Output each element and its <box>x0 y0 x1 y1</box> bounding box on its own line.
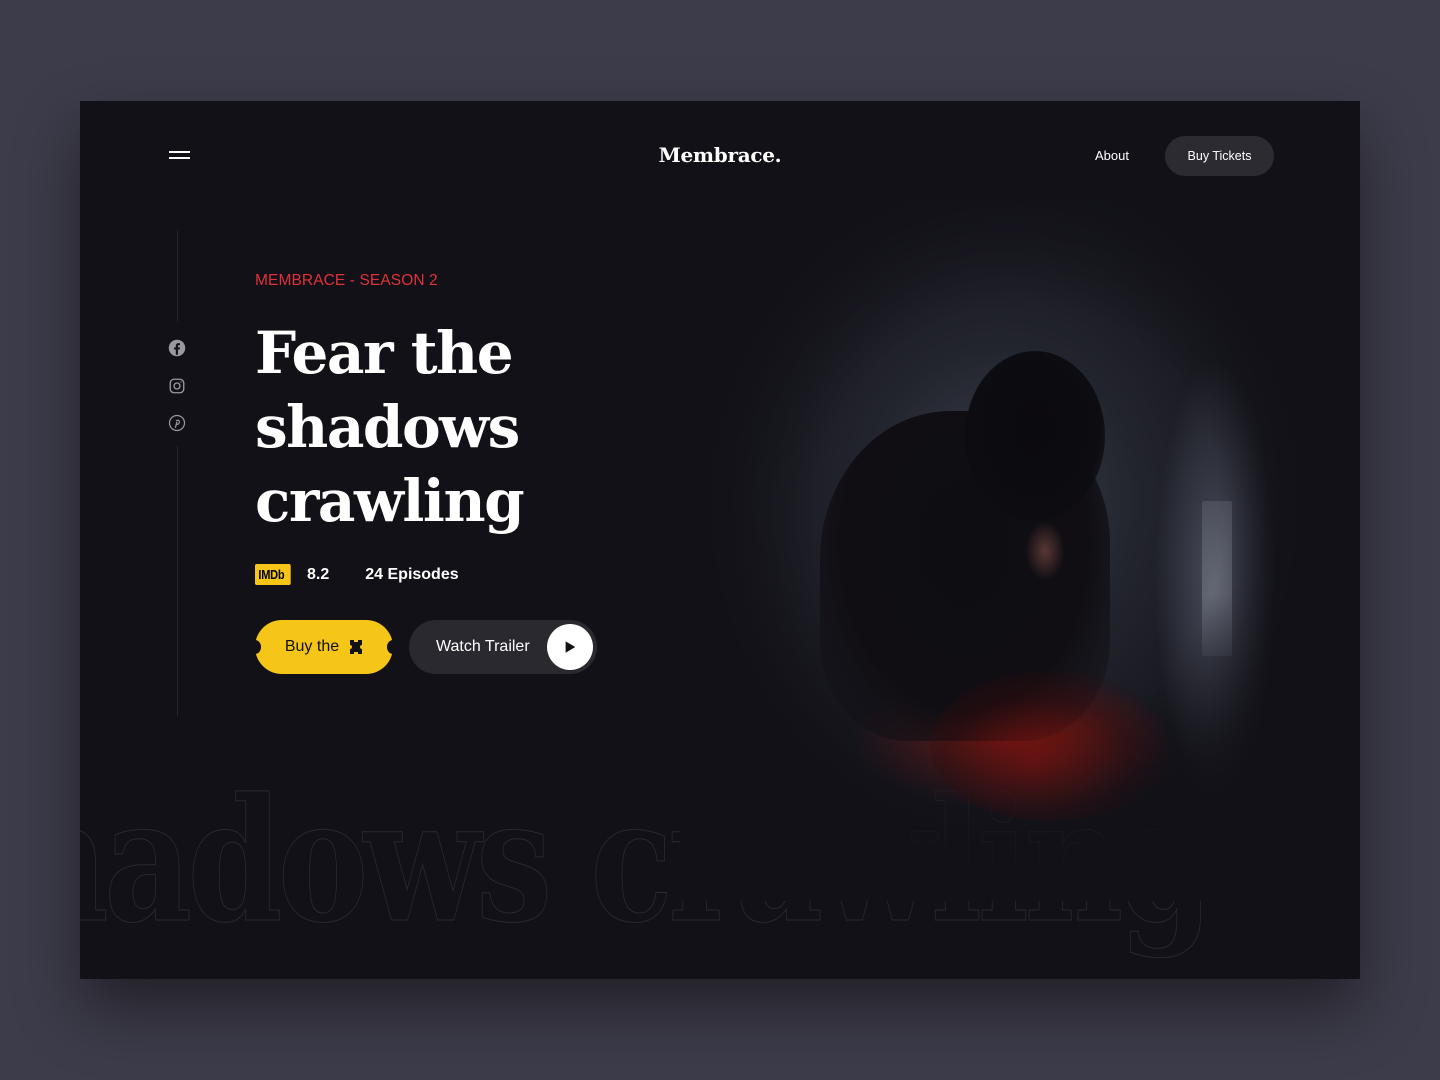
play-icon <box>547 624 593 670</box>
headline-line: shadows <box>255 393 520 461</box>
instagram-icon[interactable] <box>168 377 186 395</box>
side-divider-top <box>177 231 178 321</box>
nav-about-link[interactable]: About <box>1095 148 1129 163</box>
season-label: MEMBRACE - SEASON 2 <box>255 272 438 289</box>
imdb-rating: 8.2 <box>307 565 330 583</box>
watch-trailer-button[interactable]: Watch Trailer <box>409 620 597 674</box>
trailer-button-label: Watch Trailer <box>436 638 530 655</box>
buy-button-label: Buy the <box>284 638 340 655</box>
hero-headline: Fear the shadows crawling <box>255 316 615 538</box>
facebook-icon[interactable] <box>168 339 186 357</box>
landing-page: hadows crawling Membrace. About Buy Tick… <box>80 101 1360 979</box>
headline-line: crawling <box>255 467 525 535</box>
imdb-badge: IMDb <box>255 564 291 585</box>
side-divider-bottom <box>177 446 178 716</box>
show-meta: IMDb 8.2 24 Episodes <box>255 564 459 585</box>
buy-tickets-button[interactable]: Buy Tickets <box>1165 136 1274 176</box>
ticket-icon <box>349 639 363 655</box>
ticket-notch <box>387 640 399 654</box>
buy-the-ticket-button[interactable]: Buy the <box>249 620 399 674</box>
headline-line: Fear the <box>255 319 514 387</box>
episode-count: 24 Episodes <box>365 565 459 583</box>
pinterest-icon[interactable] <box>168 414 186 432</box>
hero-vignette <box>680 201 1360 901</box>
ticket-notch <box>249 640 261 654</box>
